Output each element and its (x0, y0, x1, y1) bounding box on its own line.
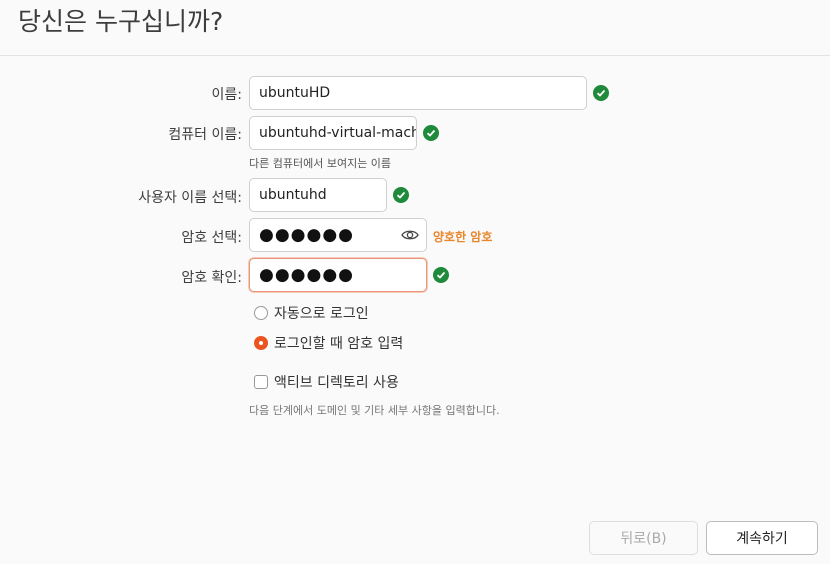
active-directory-option[interactable]: 액티브 디렉토리 사용 (254, 372, 399, 392)
auto-login-label: 자동으로 로그인 (274, 306, 369, 322)
require-password-option[interactable]: 로그인할 때 암호 입력 (254, 333, 403, 353)
show-password-eye-icon[interactable] (401, 228, 419, 242)
computer-name-hint: 다른 컴퓨터에서 보여지는 이름 (249, 157, 392, 170)
auto-login-radio[interactable] (254, 306, 268, 320)
computer-name-value: ubuntuhd-virtual-mach (259, 125, 417, 141)
auto-login-option[interactable]: 자동으로 로그인 (254, 303, 369, 323)
username-valid-check-icon (393, 187, 409, 203)
confirm-password-valid-check-icon (433, 267, 449, 283)
name-label: 이름: (211, 87, 242, 103)
confirm-password-field[interactable]: ●●●●●● (249, 258, 427, 292)
computer-name-label: 컴퓨터 이름: (168, 127, 242, 143)
name-field[interactable]: ubuntuHD (249, 76, 587, 110)
active-directory-label: 액티브 디렉토리 사용 (274, 375, 399, 391)
active-directory-note: 다음 단계에서 도메인 및 기타 세부 사항을 입력합니다. (249, 404, 500, 417)
password-value: ●●●●●● (259, 225, 355, 245)
continue-button[interactable]: 계속하기 (706, 521, 818, 555)
active-directory-checkbox[interactable] (254, 375, 268, 389)
name-value: ubuntuHD (259, 85, 331, 101)
username-label: 사용자 이름 선택: (138, 190, 242, 206)
require-password-radio[interactable] (254, 336, 268, 350)
computer-name-valid-check-icon (423, 125, 439, 141)
password-strength-label: 양호한 암호 (433, 230, 493, 244)
require-password-label: 로그인할 때 암호 입력 (274, 336, 404, 352)
confirm-password-label: 암호 확인: (181, 270, 242, 286)
page-title: 당신은 누구십니까? (18, 7, 224, 36)
name-valid-check-icon (593, 85, 609, 101)
password-label: 암호 선택: (181, 230, 242, 246)
confirm-password-value: ●●●●●● (259, 265, 355, 285)
username-value: ubuntuhd (259, 187, 327, 203)
back-button[interactable]: 뒤로(B) (589, 521, 698, 555)
username-field[interactable]: ubuntuhd (249, 178, 387, 212)
title-divider (0, 55, 830, 56)
computer-name-field[interactable]: ubuntuhd-virtual-mach (249, 116, 417, 150)
